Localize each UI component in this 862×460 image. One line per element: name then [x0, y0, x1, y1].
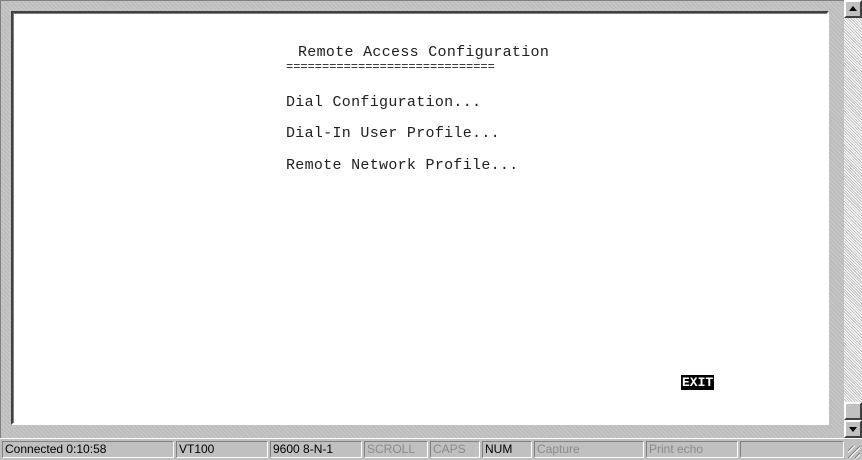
- menu-item-remote-network-profile[interactable]: Remote Network Profile...: [286, 157, 519, 174]
- scroll-thumb[interactable]: [844, 402, 862, 420]
- status-print-echo: Print echo: [646, 441, 738, 458]
- menu-item-dial-in-user-profile[interactable]: Dial-In User Profile...: [286, 125, 500, 142]
- vertical-scrollbar[interactable]: [844, 0, 862, 438]
- title-underline: =============================: [286, 60, 495, 74]
- scroll-down-button[interactable]: [844, 420, 862, 438]
- terminal-screen[interactable]: Remote Access Configuration ============…: [11, 11, 829, 425]
- status-port-settings: 9600 8-N-1: [270, 441, 362, 458]
- status-connected: Connected 0:10:58: [2, 441, 174, 458]
- status-caps: CAPS: [430, 441, 480, 458]
- status-scroll: SCROLL: [364, 441, 428, 458]
- resize-grip-icon[interactable]: [848, 446, 860, 458]
- exit-button[interactable]: EXIT: [681, 375, 715, 390]
- terminal-window-frame: Remote Access Configuration ============…: [0, 0, 844, 439]
- status-capture: Capture: [534, 441, 644, 458]
- screen-title: Remote Access Configuration: [298, 44, 550, 61]
- menu-item-dial-configuration[interactable]: Dial Configuration...: [286, 94, 481, 111]
- scroll-up-button[interactable]: [844, 0, 862, 18]
- status-emulation: VT100: [176, 441, 268, 458]
- status-empty-pane: [740, 441, 844, 458]
- status-bar: Connected 0:10:58 VT100 9600 8-N-1 SCROL…: [0, 438, 862, 460]
- status-num: NUM: [482, 441, 532, 458]
- triangle-up-icon: [849, 6, 857, 11]
- triangle-down-icon: [849, 427, 857, 432]
